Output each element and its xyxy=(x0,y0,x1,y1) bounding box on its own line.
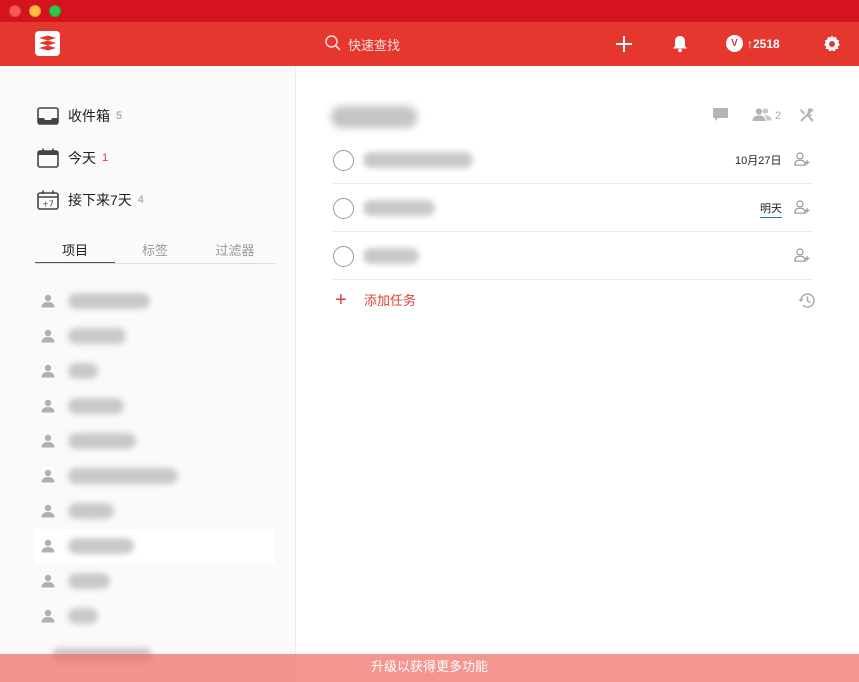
quick-find-search[interactable]: 快速查找 xyxy=(324,34,400,54)
shared-project-person-icon xyxy=(36,364,60,378)
nav-next-7-days[interactable]: +7 接下来7天 4 xyxy=(37,188,144,212)
shared-project-person-icon xyxy=(36,434,60,448)
karma-value: 2518 xyxy=(753,36,780,51)
project-item[interactable] xyxy=(35,319,275,353)
app-header: 快速查找 V ↑ 2518 xyxy=(0,22,859,66)
project-name-redacted xyxy=(68,503,114,519)
task-due-date[interactable]: 10月27日 xyxy=(735,152,781,168)
task-row[interactable]: 明天 xyxy=(333,184,812,232)
shared-project-person-icon xyxy=(36,329,60,343)
project-item[interactable] xyxy=(35,284,275,318)
task-content-redacted xyxy=(363,248,419,264)
add-task-plus-icon: + xyxy=(335,288,347,311)
task-complete-checkbox[interactable] xyxy=(333,150,354,171)
project-item[interactable] xyxy=(35,424,275,458)
nav-inbox-label: 收件箱 xyxy=(68,108,110,124)
add-icon[interactable] xyxy=(614,34,634,54)
project-name-redacted xyxy=(68,538,134,554)
search-icon xyxy=(324,34,342,55)
project-actions-icon[interactable] xyxy=(799,107,815,123)
app-logo-icon[interactable] xyxy=(35,31,60,56)
shared-project-person-icon xyxy=(36,469,60,483)
calendar-next7-icon: +7 xyxy=(37,189,59,211)
task-due-date[interactable]: 明天 xyxy=(760,200,782,218)
shared-project-person-icon xyxy=(36,539,60,553)
tab-projects[interactable]: 项目 xyxy=(35,242,115,263)
karma-indicator[interactable]: V ↑ 2518 xyxy=(726,35,780,52)
task-complete-checkbox[interactable] xyxy=(333,198,354,219)
search-placeholder: 快速查找 xyxy=(348,37,401,53)
task-content-redacted xyxy=(363,152,473,168)
nav-next-7-days-count: 4 xyxy=(137,194,144,206)
task-content-redacted xyxy=(363,200,435,216)
settings-gear-icon[interactable] xyxy=(822,34,842,54)
nav-today[interactable]: 今天 1 xyxy=(37,146,108,170)
nav-inbox[interactable]: 收件箱 5 xyxy=(37,104,122,128)
inbox-icon xyxy=(37,105,59,127)
project-item[interactable] xyxy=(35,564,275,598)
shared-project-person-icon xyxy=(36,504,60,518)
project-item[interactable] xyxy=(35,354,275,388)
calendar-today-icon xyxy=(37,147,59,169)
shared-project-person-icon xyxy=(36,574,60,588)
task-row[interactable] xyxy=(333,232,812,280)
upgrade-banner[interactable]: 升级以获得更多功能 xyxy=(0,654,859,682)
project-name-redacted xyxy=(68,468,178,484)
project-name-redacted xyxy=(68,363,98,379)
project-item-selected[interactable] xyxy=(35,529,275,563)
shared-project-person-icon xyxy=(36,609,60,623)
karma-badge-icon: V xyxy=(726,35,743,52)
zoom-window-button[interactable] xyxy=(49,5,61,17)
close-window-button[interactable] xyxy=(9,5,21,17)
shared-project-person-icon xyxy=(36,399,60,413)
assign-user-icon[interactable] xyxy=(794,200,810,217)
add-task-label: 添加任务 xyxy=(364,293,417,308)
project-name-redacted xyxy=(68,328,126,344)
window-titlebar xyxy=(0,0,859,22)
sidebar: 收件箱 5 今天 1 +7 接下来7天 4 项目 标签 过滤器 xyxy=(0,66,296,682)
nav-next-7-days-label: 接下来7天 xyxy=(68,192,132,208)
minimize-window-button[interactable] xyxy=(29,5,41,17)
project-name-redacted xyxy=(68,608,98,624)
nav-today-count: 1 xyxy=(102,152,109,164)
project-item[interactable] xyxy=(35,459,275,493)
collaborators-count: 2 xyxy=(775,110,782,122)
task-complete-checkbox[interactable] xyxy=(333,246,354,267)
svg-text:+7: +7 xyxy=(42,200,54,209)
comments-icon[interactable] xyxy=(712,107,729,122)
activity-history-icon[interactable] xyxy=(798,292,816,312)
assign-user-icon[interactable] xyxy=(794,248,810,265)
project-name-redacted xyxy=(68,573,110,589)
project-item[interactable] xyxy=(35,389,275,423)
collaborators-button[interactable]: 2 xyxy=(752,107,781,125)
collaborators-icon xyxy=(752,107,772,125)
project-name-redacted xyxy=(68,433,136,449)
project-title-redacted xyxy=(331,106,417,128)
tab-filters[interactable]: 过滤器 xyxy=(195,242,275,263)
notifications-bell-icon[interactable] xyxy=(670,34,690,54)
project-name-redacted xyxy=(68,398,124,414)
assign-user-icon[interactable] xyxy=(794,152,810,169)
tab-labels[interactable]: 标签 xyxy=(115,242,195,263)
add-task-button[interactable]: + 添加任务 xyxy=(335,288,417,311)
project-name-redacted xyxy=(68,293,150,309)
sidebar-tabs: 项目 标签 过滤器 xyxy=(35,242,275,264)
task-row[interactable]: 10月27日 xyxy=(333,136,812,184)
project-item[interactable] xyxy=(35,494,275,528)
nav-today-label: 今天 xyxy=(68,150,96,166)
project-item[interactable] xyxy=(35,599,275,633)
shared-project-person-icon xyxy=(36,294,60,308)
nav-inbox-count: 5 xyxy=(116,110,123,122)
